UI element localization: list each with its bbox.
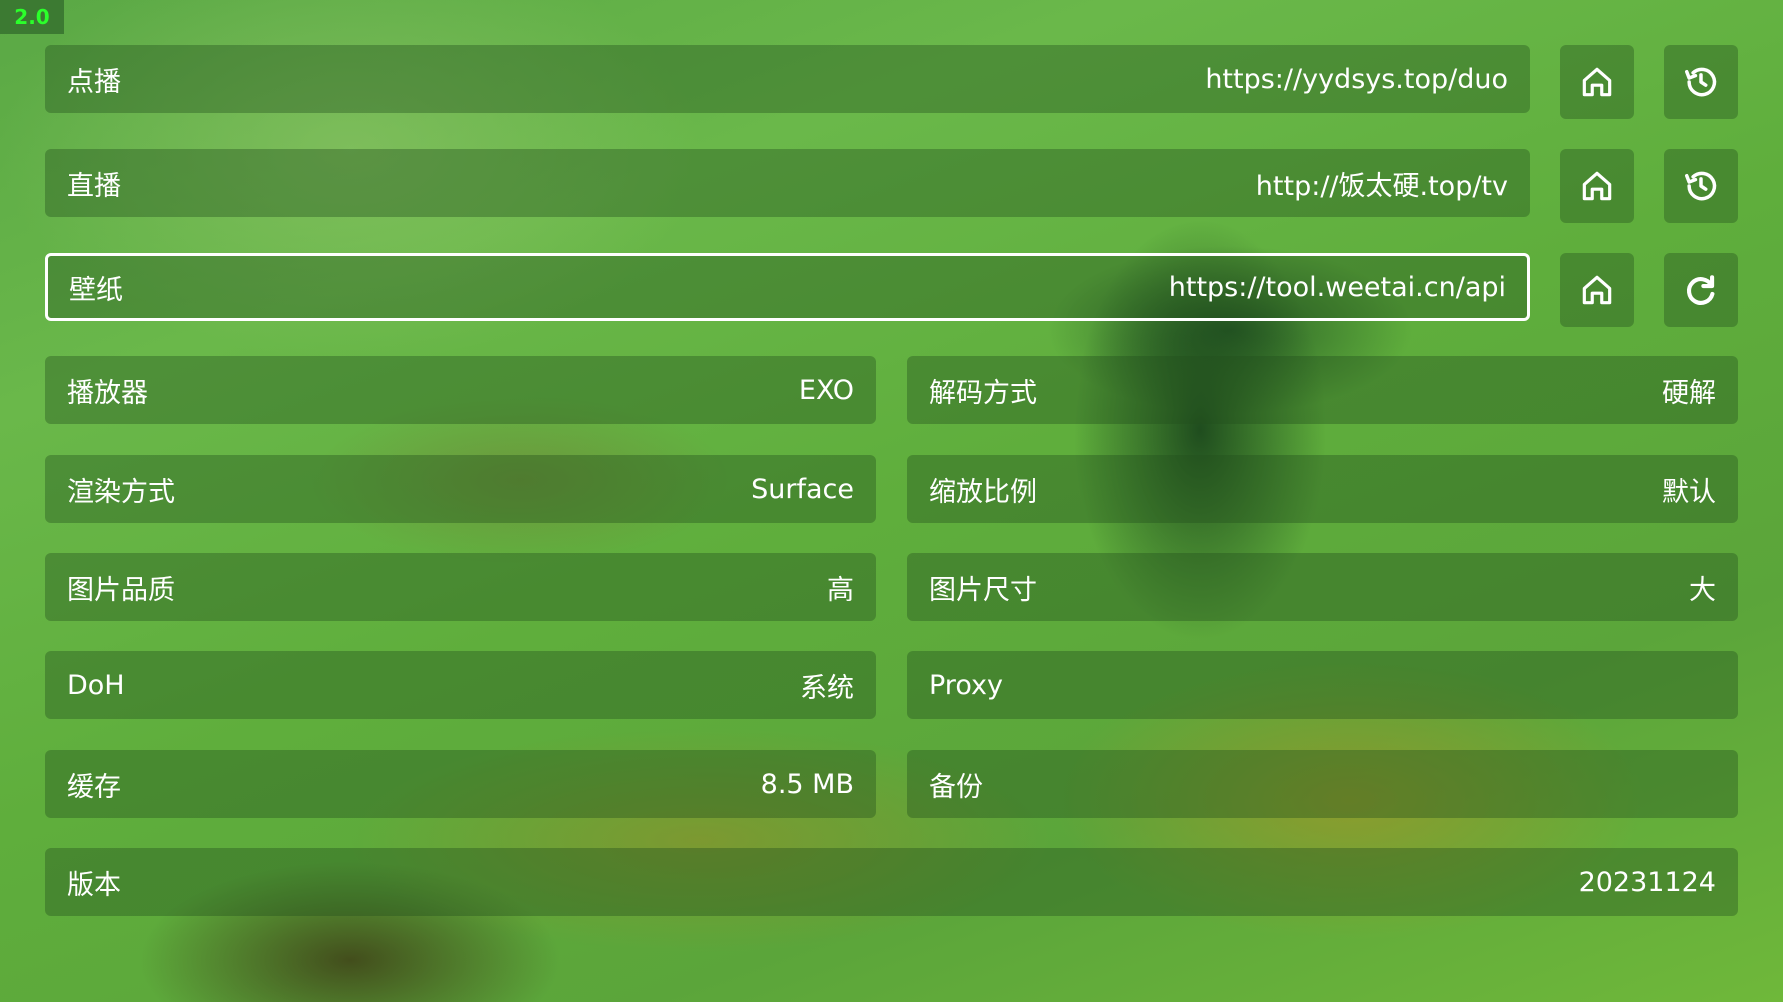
doh-setting[interactable]: DoH 系统 xyxy=(45,651,876,719)
image-quality-value: 高 xyxy=(827,574,854,606)
live-label: 直播 xyxy=(67,170,121,202)
decode-label: 解码方式 xyxy=(929,377,1037,409)
vod-url-row[interactable]: 点播 https://yydsys.top/duo xyxy=(45,45,1530,113)
refresh-icon xyxy=(1686,275,1715,305)
player-label: 播放器 xyxy=(67,377,148,409)
version-badge: 2.0 xyxy=(0,0,64,34)
home-icon xyxy=(1582,67,1612,97)
version-setting[interactable]: 版本 20231124 xyxy=(45,848,1738,916)
backup-label: 备份 xyxy=(929,771,983,803)
wallpaper-refresh-button[interactable] xyxy=(1664,253,1738,327)
render-label: 渲染方式 xyxy=(67,476,175,508)
decode-setting[interactable]: 解码方式 硬解 xyxy=(907,356,1738,424)
live-url-value: http://饭太硬.top/tv xyxy=(1255,170,1508,202)
vod-home-button[interactable] xyxy=(1560,45,1634,119)
scale-setting[interactable]: 缩放比例 默认 xyxy=(907,455,1738,523)
image-size-value: 大 xyxy=(1689,574,1716,606)
wallpaper-url-value: https://tool.weetai.cn/api xyxy=(1168,271,1506,303)
image-quality-label: 图片品质 xyxy=(67,574,175,606)
vod-url-value: https://yydsys.top/duo xyxy=(1205,63,1508,95)
cache-label: 缓存 xyxy=(67,771,121,803)
version-label: 版本 xyxy=(67,869,121,901)
doh-label: DoH xyxy=(67,669,125,701)
player-setting[interactable]: 播放器 EXO xyxy=(45,356,876,424)
version-value: 20231124 xyxy=(1578,866,1716,898)
home-icon xyxy=(1582,171,1612,201)
history-icon xyxy=(1685,67,1717,97)
doh-value: 系统 xyxy=(800,672,854,704)
home-icon xyxy=(1582,275,1612,305)
render-setting[interactable]: 渲染方式 Surface xyxy=(45,455,876,523)
cache-setting[interactable]: 缓存 8.5 MB xyxy=(45,750,876,818)
scale-label: 缩放比例 xyxy=(929,476,1037,508)
live-url-row[interactable]: 直播 http://饭太硬.top/tv xyxy=(45,149,1530,217)
wallpaper-home-button[interactable] xyxy=(1560,253,1634,327)
proxy-setting[interactable]: Proxy xyxy=(907,651,1738,719)
cache-value: 8.5 MB xyxy=(760,768,854,800)
decode-value: 硬解 xyxy=(1662,377,1716,409)
proxy-label: Proxy xyxy=(929,669,1003,701)
vod-history-button[interactable] xyxy=(1664,45,1738,119)
history-icon xyxy=(1685,171,1717,201)
image-quality-setting[interactable]: 图片品质 高 xyxy=(45,553,876,621)
live-home-button[interactable] xyxy=(1560,149,1634,223)
image-size-setting[interactable]: 图片尺寸 大 xyxy=(907,553,1738,621)
backup-setting[interactable]: 备份 xyxy=(907,750,1738,818)
wallpaper-label: 壁纸 xyxy=(69,274,123,306)
render-value: Surface xyxy=(751,473,854,505)
vod-label: 点播 xyxy=(67,66,121,98)
scale-value: 默认 xyxy=(1662,476,1716,508)
player-value: EXO xyxy=(798,374,854,406)
image-size-label: 图片尺寸 xyxy=(929,574,1037,606)
wallpaper-url-row[interactable]: 壁纸 https://tool.weetai.cn/api xyxy=(45,253,1530,321)
live-history-button[interactable] xyxy=(1664,149,1738,223)
